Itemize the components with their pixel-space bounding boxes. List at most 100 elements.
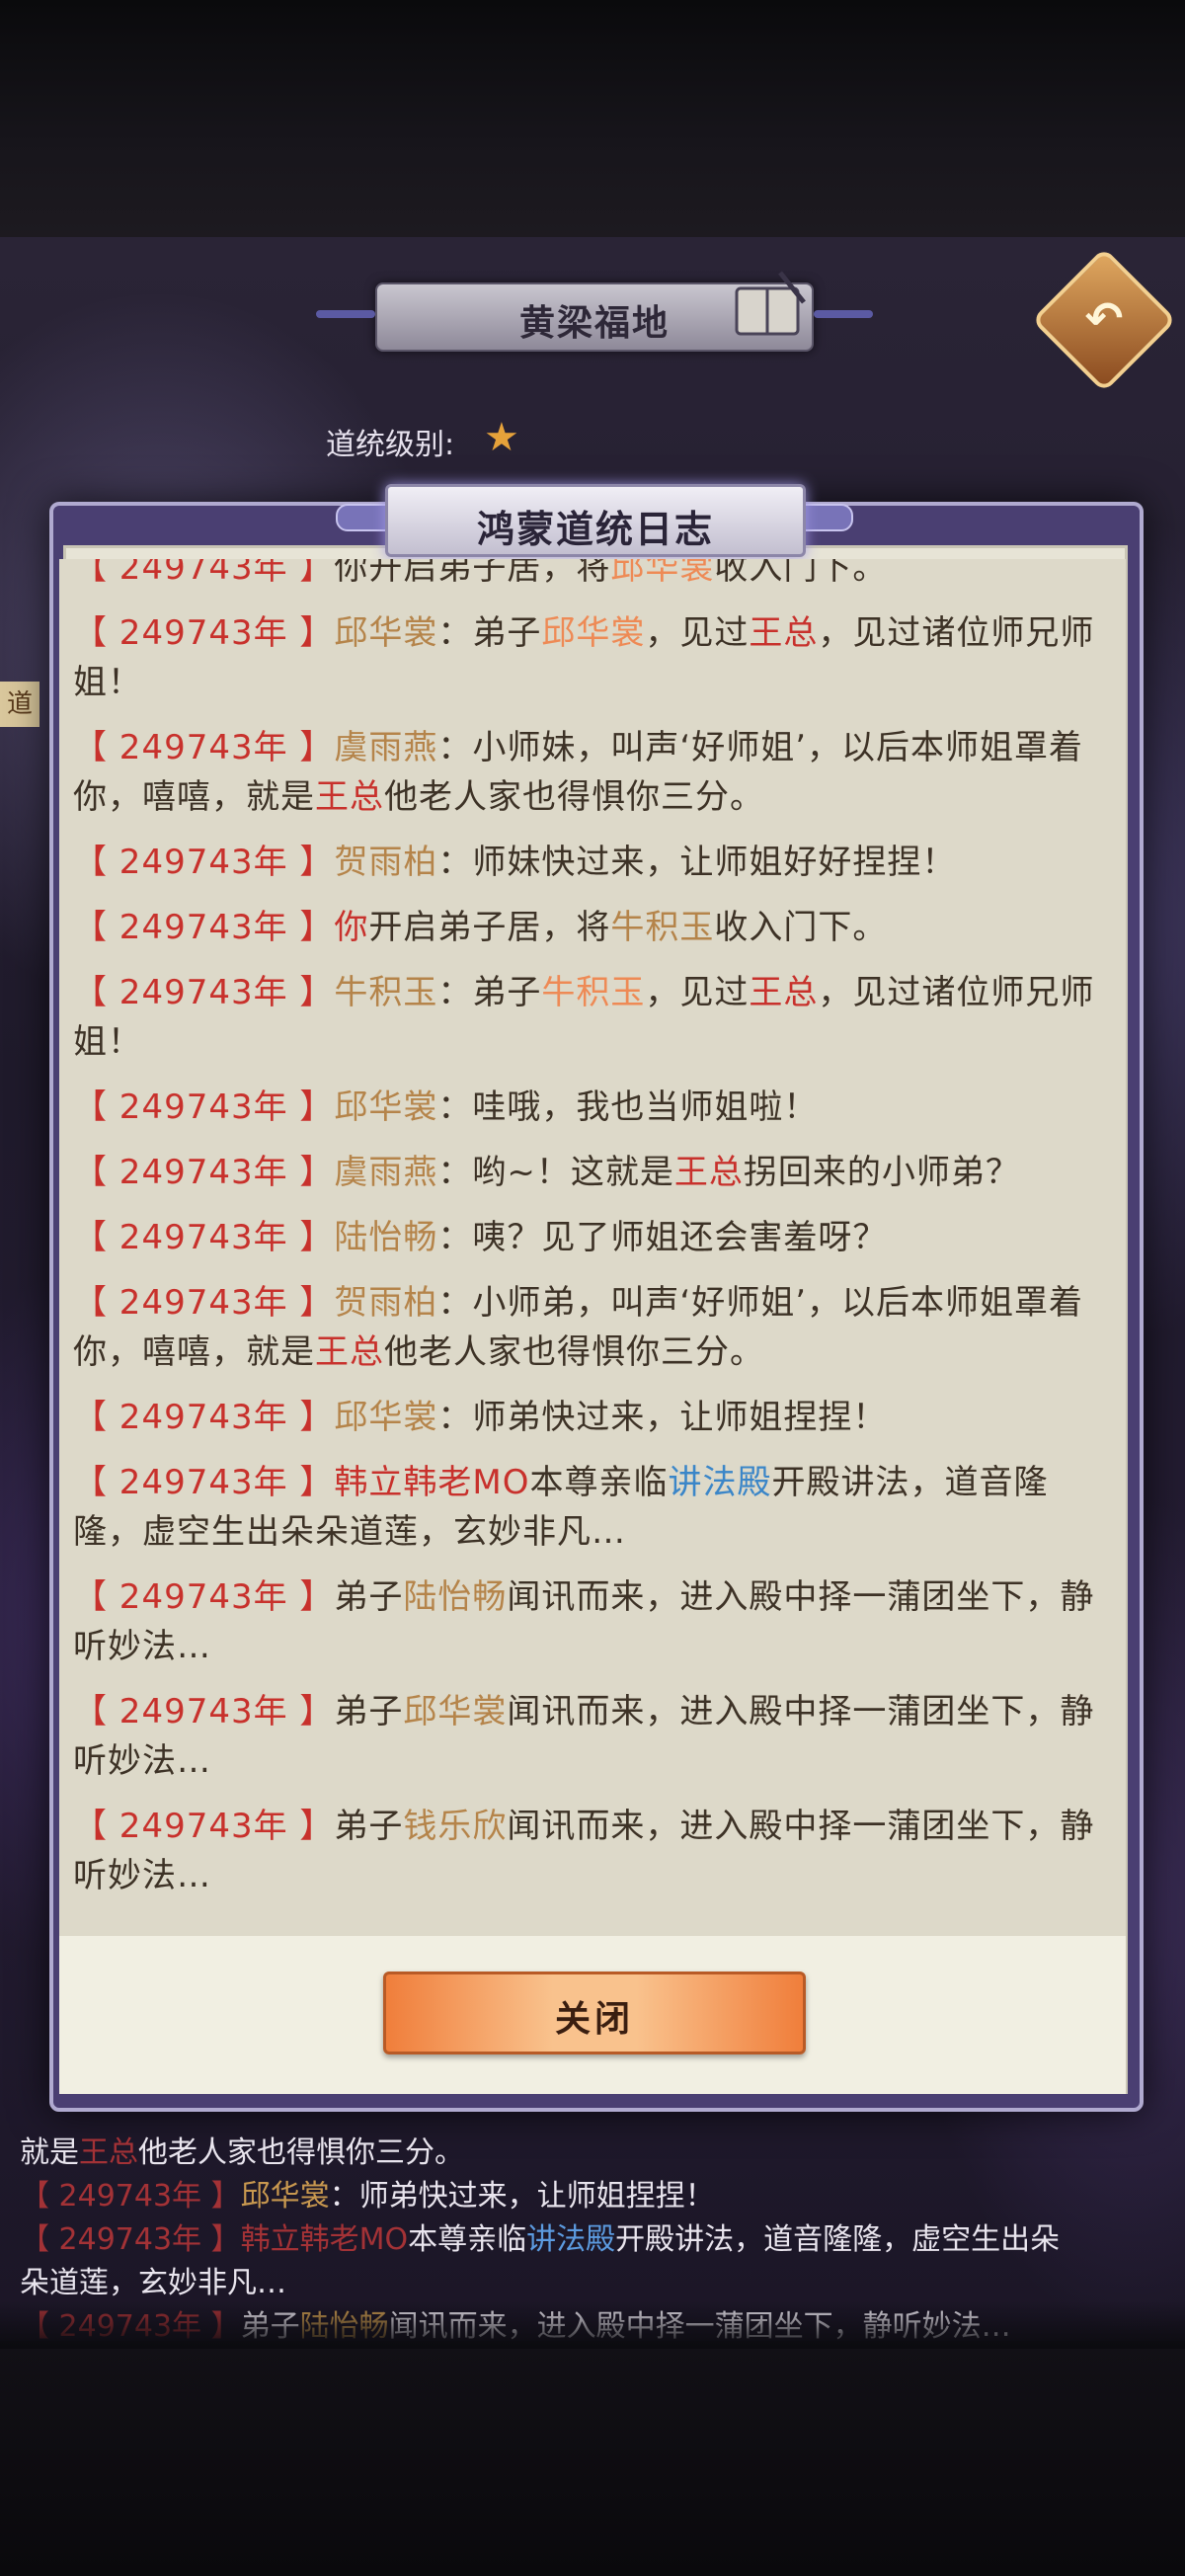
log-text: ：咦？见了师姐还会害羞呀？ [437,1218,888,1257]
log-highlight: 邱华裳 [334,613,438,653]
log-entry: 【 249743年 】贺雨柏：小师弟，叫声‘好师姐’，以后本师姐罩着你，嘻嘻，就… [73,1278,1112,1377]
chat-line: 朵道莲，玄妙非凡… [20,2262,1175,2305]
chat-line: 【 249743年 】韩立韩老MO本尊亲临讲法殿开殿讲法，道音隆隆，虚空生出朵 [20,2218,1175,2262]
log-text: 你开启弟子居，将 [334,559,611,588]
log-text: 弟子 [334,1692,404,1731]
log-highlight: 钱乐欣 [403,1807,508,1846]
log-highlight: 王总 [315,777,384,817]
log-timestamp: 【 249743年 】 [73,1398,335,1437]
log-modal-title: 鸿蒙道统日志 [476,508,714,551]
log-scroll-area[interactable]: 【 249743年 】你开启弟子居，将邱华裳收入门下。【 249743年 】邱华… [59,559,1126,1936]
log-entry: 【 249743年 】弟子陆怡畅闻讯而来，进入殿中择一蒲团坐下，静听妙法… [73,1572,1112,1671]
log-text: 弟子 [334,1807,404,1846]
log-highlight: 邱华裳 [610,559,715,588]
log-entry: 【 249743年 】邱华裳：弟子邱华裳，见过王总，见过诸位师兄师姐！ [73,608,1112,707]
top-letterbox [0,0,1185,237]
log-timestamp: 【 249743年 】 [73,1218,335,1257]
log-highlight: 虞雨燕 [334,1153,438,1192]
log-text: ：哇哦，我也当师姐啦！ [437,1087,819,1127]
log-timestamp: 【 249743年 】 [73,1577,335,1617]
log-text: ：师妹快过来，让师姐好好捏捏！ [437,843,957,882]
log-timestamp: 【 249743年 】 [20,2179,241,2214]
log-text: ：师弟快过来，让师姐捏捏！ [329,2179,715,2214]
close-button[interactable]: 关闭 [383,1972,806,2054]
log-highlight: 王总 [673,1153,744,1192]
log-highlight: 邱华裳 [334,1087,438,1127]
log-timestamp: 【 249743年 】 [73,1692,335,1731]
back-arrow-icon[interactable]: ↶ [1074,288,1134,348]
chat-fade [0,2301,1185,2349]
log-entry: 【 249743年 】陆怡畅：咦？见了师姐还会害羞呀？ [73,1213,1112,1262]
log-text: 朵道莲，玄妙非凡… [20,2266,286,2300]
book-icon [735,271,806,336]
log-highlight: 讲法殿 [526,2222,616,2257]
log-entry: 【 249743年 】虞雨燕：小师妹，叫声‘好师姐’，以后本师姐罩着你，嘻嘻，就… [73,723,1112,822]
log-timestamp: 【 249743年 】 [73,613,335,653]
log-timestamp: 【 249743年 】 [73,1153,335,1192]
log-highlight: 牛积玉 [610,908,715,947]
log-entry: 【 249743年 】邱华裳：师弟快过来，让师姐捏捏！ [73,1393,1112,1442]
side-tab[interactable]: 道 [0,682,40,727]
log-entry: 【 249743年 】邱华裳：哇哦，我也当师姐啦！ [73,1083,1112,1132]
log-entry: 【 249743年 】韩立韩老MO本尊亲临讲法殿开殿讲法，道音隆隆，虚空生出朵朵… [73,1458,1112,1557]
log-highlight: 牛积玉 [334,973,438,1012]
log-highlight: 牛积玉 [541,973,646,1012]
dao-level-label: 道统级别: [326,428,455,462]
log-highlight: 贺雨柏 [334,843,438,882]
log-timestamp: 【 249743年 】 [73,908,335,947]
log-text: 开殿讲法，道音隆隆，虚空生出朵 [615,2222,1061,2257]
log-timestamp: 【 249743年 】 [73,728,335,767]
log-text: 他老人家也得惧你三分。 [384,1332,764,1372]
log-highlight: 韩立韩老MO [334,1463,530,1502]
log-highlight: 邱华裳 [240,2179,330,2214]
log-highlight: 邱华裳 [334,1398,438,1437]
log-text: ：师弟快过来，让师姐捏捏！ [437,1398,888,1437]
log-text: ：哟~！这就是 [437,1153,674,1192]
log-highlight: 陆怡畅 [403,1577,508,1617]
log-entry: 【 249743年 】牛积玉：弟子牛积玉，见过王总，见过诸位师兄师姐！ [73,968,1112,1067]
log-highlight: 陆怡畅 [334,1218,438,1257]
chat-line: 【 249743年 】邱华裳：师弟快过来，让师姐捏捏！ [20,2175,1175,2218]
log-highlight: 邱华裳 [541,613,646,653]
log-text: 拐回来的小师弟？ [743,1153,1020,1192]
log-text: 弟子 [334,1577,404,1617]
star-icon: ★ [484,415,519,460]
log-text: ：弟子 [437,613,542,653]
log-highlight: 王总 [315,1332,384,1372]
log-entry: 【 249743年 】虞雨燕：哟~！这就是王总拐回来的小师弟？ [73,1148,1112,1197]
log-highlight: 邱华裳 [403,1692,508,1731]
log-timestamp: 【 249743年 】 [73,843,335,882]
log-timestamp: 【 249743年 】 [73,1087,335,1127]
chat-line: 就是王总他老人家也得惧你三分。 [20,2132,1175,2175]
log-highlight: 王总 [749,613,819,653]
close-button-label: 关闭 [554,1999,634,2040]
log-entry: 【 249743年 】弟子钱乐欣闻讯而来，进入殿中择一蒲团坐下，静听妙法… [73,1802,1112,1900]
log-highlight: 韩立韩老MO [240,2222,409,2257]
log-entry: 【 249743年 】贺雨柏：师妹快过来，让师姐好好捏捏！ [73,838,1112,887]
log-highlight: 贺雨柏 [334,1283,438,1323]
log-timestamp: 【 249743年 】 [20,2222,241,2257]
log-list: 【 249743年 】你开启弟子居，将邱华裳收入门下。【 249743年 】邱华… [73,559,1112,1916]
log-timestamp: 【 249743年 】 [73,973,335,1012]
bottom-letterbox [0,2341,1185,2576]
log-highlight: 你 [334,908,369,947]
log-text: 开启弟子居，将 [368,908,611,947]
log-entry: 【 249743年 】你开启弟子居，将牛积玉收入门下。 [73,903,1112,952]
log-entry: 【 249743年 】你开启弟子居，将邱华裳收入门下。 [73,559,1112,593]
log-highlight: 讲法殿 [668,1463,772,1502]
log-timestamp: 【 249743年 】 [73,1807,335,1846]
log-text: 收入门下。 [714,908,888,947]
log-highlight: 虞雨燕 [334,728,438,767]
log-modal-title-bar: 鸿蒙道统日志 [385,484,806,557]
log-timestamp: 【 249743年 】 [73,1463,335,1502]
log-text: 本尊亲临 [408,2222,527,2257]
log-highlight: 王总 [749,973,819,1012]
log-text: 他老人家也得惧你三分。 [138,2135,464,2170]
log-highlight: 王总 [79,2135,138,2170]
log-text: 收入门下。 [714,559,888,588]
log-text: ，见过 [645,973,750,1012]
log-text: ：弟子 [437,973,542,1012]
log-text: 本尊亲临 [529,1463,669,1502]
log-text: 他老人家也得惧你三分。 [384,777,764,817]
log-timestamp: 【 249743年 】 [73,1283,335,1323]
